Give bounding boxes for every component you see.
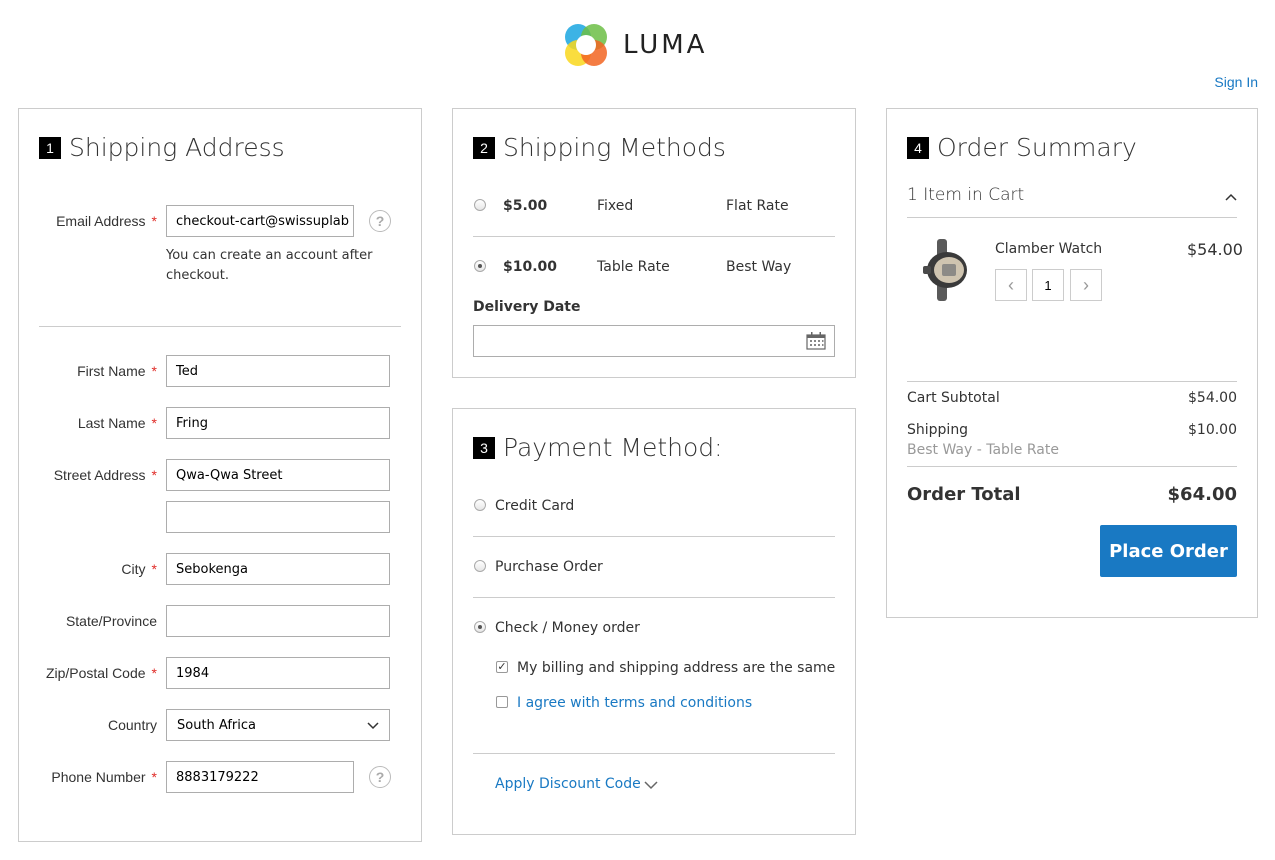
shipping-method-name: Fixed: [597, 198, 634, 214]
zip-label: Zip/Postal Code *: [45, 665, 157, 681]
divider: [907, 466, 1237, 467]
luma-logo-icon: [563, 22, 609, 68]
order-summary-title: 4 Order Summary: [907, 133, 1137, 162]
order-summary-panel: 4 Order Summary 1 Item in Cart Clamber W…: [886, 108, 1258, 618]
country-value: South Africa: [177, 717, 256, 733]
phone-help-icon[interactable]: ?: [369, 766, 391, 788]
payment-option-label: Purchase Order: [495, 559, 603, 575]
country-label: Country: [107, 717, 157, 733]
divider: [473, 597, 835, 598]
last-name-label: Last Name *: [77, 415, 157, 431]
terms-link[interactable]: I agree with terms and conditions: [517, 695, 752, 711]
delivery-date-label: Delivery Date: [473, 299, 581, 315]
shipping-method-name: Table Rate: [597, 259, 670, 275]
city-field[interactable]: Sebokenga: [166, 553, 390, 585]
delivery-date-field[interactable]: [473, 325, 835, 357]
section-heading: Order Summary: [937, 133, 1137, 162]
payment-credit-card-radio[interactable]: [474, 499, 486, 511]
shipping-price: $5.00: [503, 198, 548, 214]
phone-label: Phone Number *: [51, 769, 157, 785]
shipping-label: Shipping: [907, 422, 969, 438]
payment-check-money-order-radio[interactable]: [474, 621, 486, 633]
order-total-label: Order Total: [907, 484, 1021, 505]
street-label: Street Address *: [53, 467, 157, 483]
phone-field[interactable]: 8883179222: [166, 761, 354, 793]
email-label: Email Address *: [56, 213, 157, 229]
terms-checkbox[interactable]: [496, 696, 508, 708]
payment-option-label: Check / Money order: [495, 620, 640, 636]
divider: [473, 236, 835, 237]
first-name-field[interactable]: Ted: [166, 355, 390, 387]
last-name-field[interactable]: Fring: [166, 407, 390, 439]
payment-option-label: Credit Card: [495, 498, 575, 514]
luma-logo[interactable]: LUMA: [563, 22, 707, 68]
calendar-icon[interactable]: [806, 332, 826, 350]
divider: [473, 753, 835, 754]
shipping-option-flat-rate-radio[interactable]: [474, 199, 486, 211]
chevron-down-icon: [367, 722, 379, 730]
payment-purchase-order-radio[interactable]: [474, 560, 486, 572]
country-select[interactable]: South Africa: [166, 709, 390, 741]
order-total-value: $64.00: [1167, 484, 1237, 505]
shipping-address-panel: 1 Shipping Address Email Address * checko…: [18, 108, 422, 842]
qty-increase-button[interactable]: ›: [1070, 269, 1102, 301]
email-field[interactable]: checkout-cart@swissuplab: [166, 205, 354, 237]
section-heading: Shipping Address: [69, 133, 285, 162]
product-image[interactable]: [919, 239, 971, 301]
qty-decrease-button[interactable]: ‹: [995, 269, 1027, 301]
street-field-2[interactable]: [166, 501, 390, 533]
payment-method-title: 3 Payment Method:: [473, 433, 723, 462]
place-order-button[interactable]: Place Order: [1100, 525, 1237, 577]
qty-input[interactable]: 1: [1032, 269, 1064, 301]
shipping-price: $10.00: [503, 259, 558, 275]
divider: [39, 326, 401, 327]
payment-method-panel: 3 Payment Method: Credit Card Purchase O…: [452, 408, 856, 835]
step-number: 1: [39, 136, 61, 159]
divider: [907, 381, 1237, 382]
sign-in-link[interactable]: Sign In: [1214, 74, 1258, 90]
shipping-carrier-name: Flat Rate: [726, 198, 789, 214]
chevron-down-icon[interactable]: [644, 781, 658, 790]
state-label: State/Province: [65, 613, 157, 629]
zip-field[interactable]: 1984: [166, 657, 390, 689]
email-note: You can create an account after checkout…: [166, 248, 373, 283]
shipping-option-table-rate-radio[interactable]: [474, 260, 486, 272]
city-label: City *: [121, 561, 157, 577]
step-number: 4: [907, 136, 929, 159]
section-heading: Shipping Methods: [503, 133, 726, 162]
product-name: Clamber Watch: [995, 241, 1103, 257]
apply-discount-link[interactable]: Apply Discount Code: [495, 776, 641, 792]
shipping-value: $10.00: [1188, 422, 1237, 438]
shipping-carrier-name: Best Way: [726, 259, 792, 275]
billing-same-checkbox[interactable]: ✓: [496, 661, 508, 673]
first-name-label: First Name *: [77, 363, 157, 379]
divider: [473, 536, 835, 537]
logo-text: LUMA: [623, 30, 708, 60]
items-in-cart-toggle[interactable]: 1 Item in Cart: [907, 185, 1024, 205]
email-help-icon[interactable]: ?: [369, 210, 391, 232]
subtotal-value: $54.00: [1188, 390, 1237, 406]
billing-same-label: My billing and shipping address are the …: [517, 660, 836, 676]
shipping-methods-title: 2 Shipping Methods: [473, 133, 726, 162]
state-field[interactable]: [166, 605, 390, 637]
divider: [907, 217, 1237, 218]
street-field-1[interactable]: Qwa-Qwa Street: [166, 459, 390, 491]
shipping-address-title: 1 Shipping Address: [39, 133, 285, 162]
step-number: 3: [473, 436, 495, 459]
subtotal-label: Cart Subtotal: [907, 390, 1000, 406]
chevron-up-icon[interactable]: [1225, 193, 1237, 201]
step-number: 2: [473, 136, 495, 159]
product-price: $54.00: [1187, 240, 1243, 259]
section-heading: Payment Method:: [503, 433, 723, 462]
shipping-methods-panel: 2 Shipping Methods $5.00 Fixed Flat Rate…: [452, 108, 856, 378]
shipping-method-summary: Best Way - Table Rate: [907, 442, 1059, 458]
